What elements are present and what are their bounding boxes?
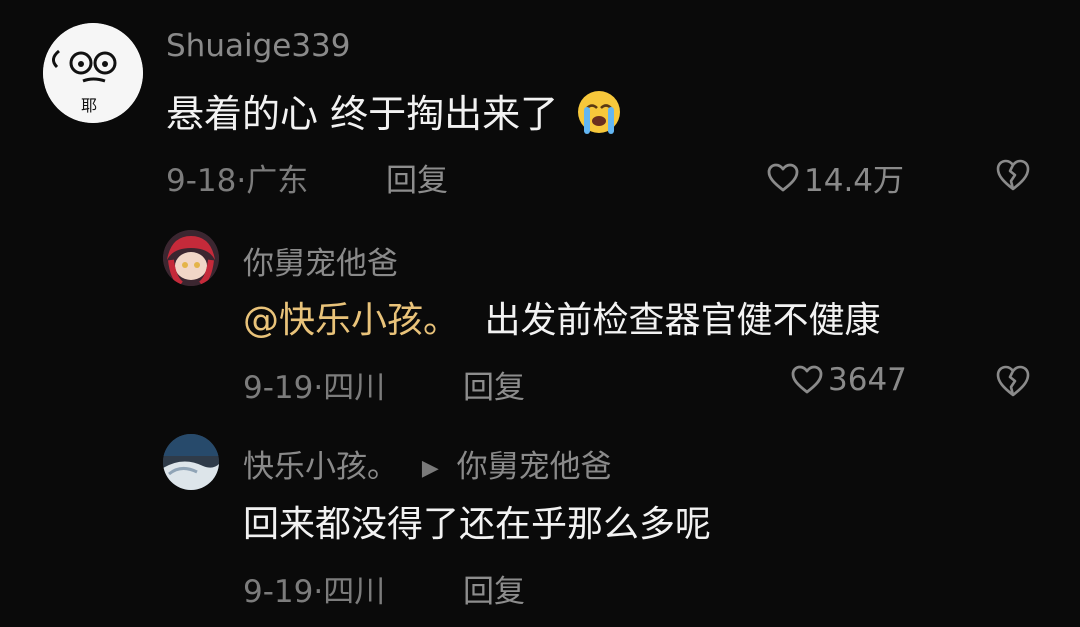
reply-to-username[interactable]: 你舅宠他爸 [457, 449, 612, 485]
username-row: 快乐小孩。 ▶ 你舅宠他爸 [243, 441, 612, 486]
username[interactable]: Shuaige339 [166, 28, 351, 64]
comment-text: 悬着的心 终于掏出来了 [166, 83, 622, 144]
avatar-image [163, 230, 219, 286]
avatar-image [163, 434, 219, 490]
like-count: 14.4万 [804, 163, 905, 199]
avatar-image: 耶 [43, 23, 143, 123]
comment-meta: 9-19·四川 [243, 566, 385, 611]
like-button[interactable]: 14.4万 [766, 155, 904, 200]
avatar[interactable] [163, 230, 219, 286]
avatar[interactable] [163, 434, 219, 490]
meta-separator: · [313, 370, 324, 406]
like-count: 3647 [828, 362, 907, 398]
dislike-button[interactable] [995, 158, 1031, 196]
svg-text:耶: 耶 [81, 96, 97, 115]
comment-meta: 9-18·广东 [166, 155, 308, 200]
heart-outline-icon [790, 365, 824, 395]
broken-heart-icon [995, 365, 1031, 402]
comment-location: 广东 [246, 163, 309, 199]
username[interactable]: 你舅宠他爸 [243, 238, 398, 283]
dislike-button[interactable] [995, 364, 1031, 402]
comment-meta: 9-19·四川 [243, 362, 385, 407]
comment-location: 四川 [323, 574, 386, 610]
comment-date: 9-19 [243, 370, 314, 406]
loudly-crying-face-icon [576, 89, 622, 144]
mention-link[interactable]: @快乐小孩。 [243, 300, 459, 341]
like-button[interactable]: 3647 [790, 362, 907, 398]
reply-button[interactable]: 回复 [463, 362, 525, 407]
meta-separator: · [236, 163, 247, 199]
reply-button[interactable]: 回复 [386, 155, 448, 200]
comment-location: 四川 [323, 370, 386, 406]
triangle-right-icon: ▶ [421, 456, 439, 481]
comment-date: 9-19 [243, 574, 314, 610]
avatar[interactable]: 耶 [43, 23, 143, 123]
comment-text-content: 出发前检查器官健不健康 [484, 300, 881, 341]
comment-text: 回来都没得了还在乎那么多呢 [243, 504, 712, 545]
reply-button[interactable]: 回复 [463, 566, 525, 611]
comment-text-content: 悬着的心 终于掏出来了 [166, 92, 559, 136]
username[interactable]: 快乐小孩。 [243, 449, 398, 485]
comment-text: @快乐小孩。 出发前检查器官健不健康 [243, 291, 880, 343]
broken-heart-icon [995, 159, 1031, 196]
heart-outline-icon [766, 163, 800, 193]
meta-separator: · [313, 574, 324, 610]
comment-date: 9-18 [166, 163, 237, 199]
